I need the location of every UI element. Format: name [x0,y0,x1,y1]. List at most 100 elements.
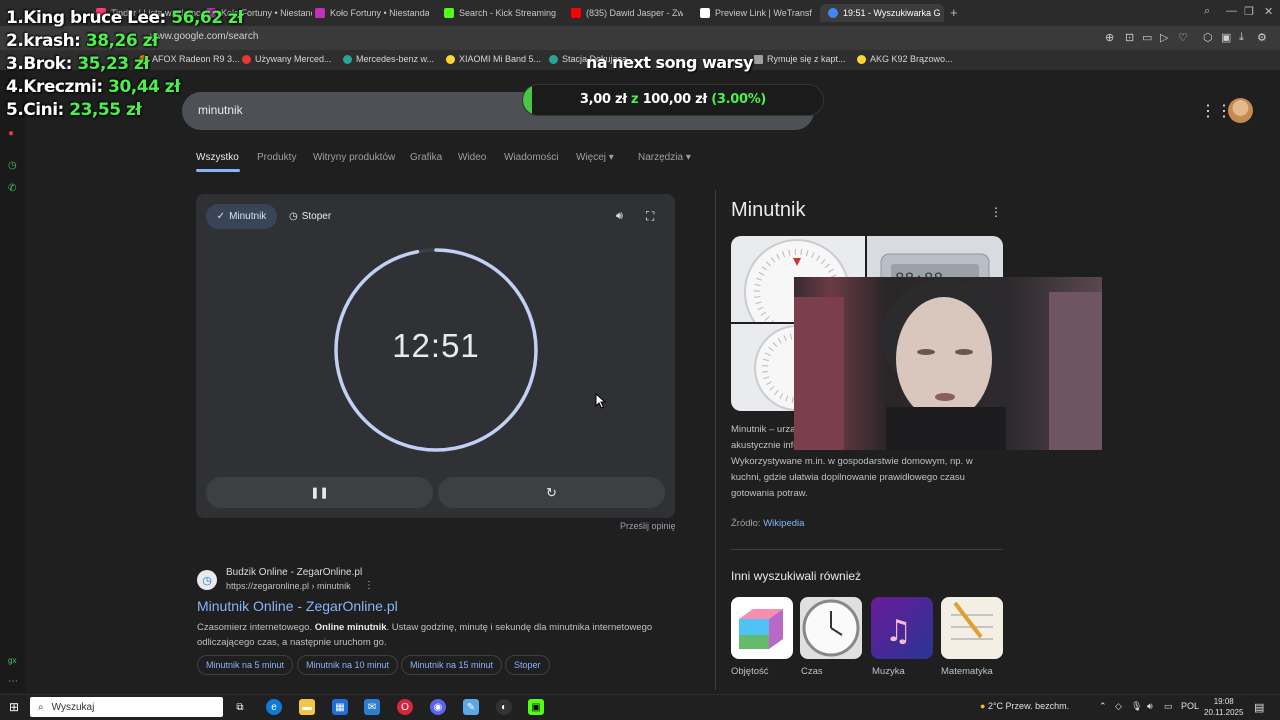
tab-witryny-produktow[interactable]: Witryny produktów [313,152,395,163]
music-note-icon: ♫ [885,614,912,649]
search-tabs-icon[interactable]: ⌕ [1204,5,1210,18]
sidebar-more-icon[interactable]: ⋯ [8,676,18,687]
play-icon[interactable]: ▷ [1160,31,1168,44]
bookmark-item[interactable]: Używany Merced... [242,54,332,64]
extensions-icon[interactable]: ⬡ [1203,31,1213,44]
also-search-music-image[interactable]: ♫ [871,597,933,659]
new-tab-button[interactable]: + [950,5,958,20]
system-clock[interactable]: 19:08 20.11.2025 [1204,696,1243,718]
fullscreen-icon[interactable]: ⛶ [646,209,654,224]
sidebar-whatsapp-icon[interactable]: ✆ [8,183,16,194]
also-search-label[interactable]: Muzyka [872,666,905,677]
zoom-icon[interactable]: ⊕ [1105,31,1114,44]
timer-display[interactable]: 12:51 [330,327,542,365]
screenshot-icon[interactable]: ▭ [1142,31,1152,44]
feedback-link[interactable]: Prześlij opinię [620,521,676,531]
leaderboard-row: 1.King bruce Lee: 56,62 zł [6,8,244,28]
minimize-icon[interactable]: — [1226,5,1237,17]
tab-wideo[interactable]: Wideo [458,152,486,163]
knowledge-panel-more-icon[interactable]: ⋮ [990,205,1002,219]
also-search-label[interactable]: Czas [801,666,823,677]
tab-wiadomosci[interactable]: Wiadomości [504,152,558,163]
windows-start-icon[interactable]: ⊞ [9,700,19,714]
download-icon[interactable]: ⤓ [1239,31,1244,44]
chip-label: Stoper [301,211,332,222]
also-search-time-image[interactable] [800,597,862,659]
also-search-label[interactable]: Matematyka [941,666,993,677]
tab-narzedzia[interactable]: Narzędzia ▾ [638,152,691,163]
bookmark-item[interactable]: AFOX Radeon R9 3... [139,54,240,64]
address-url[interactable]: www.google.com/search [150,31,258,42]
taskbar-search-input[interactable]: ⌕ Wyszukaj [30,697,223,717]
also-search-volume-image[interactable] [731,597,793,659]
pin-icon[interactable]: ⊡ [1125,31,1134,44]
discord-icon[interactable]: ◉ [430,699,446,715]
bookmark-favicon-icon [857,54,866,64]
file-explorer-icon[interactable]: ▬ [299,699,315,715]
sitelink-chip[interactable]: Stoper [505,655,550,675]
also-search-label[interactable]: Objętość [731,666,769,677]
weather-widget[interactable]: ● 2°C Przew. bezchm. [980,701,1069,711]
kick-app-icon[interactable]: ▣ [528,699,544,715]
tab-wetransfer[interactable]: Preview Link | WeTransf [700,4,812,22]
bookmark-item[interactable]: XIAOMI Mi Band 5... [446,54,541,64]
sidebar-youtube-icon[interactable]: ● [8,128,14,139]
tray-app-icon[interactable]: ◇ [1115,701,1122,712]
maximize-icon[interactable]: ❐ [1244,5,1254,18]
tab-kolo-fortuny-2[interactable]: Koło Fortuny • Niestanda [315,4,429,22]
snippet-text: Czasomierz internetowego. [197,622,315,633]
mail-icon[interactable]: ✉ [364,699,380,715]
result-more-icon[interactable]: ⋮ [364,580,374,591]
notifications-icon[interactable]: ▤ [1254,701,1264,714]
donation-amount: 38,26 zł [85,31,158,51]
sound-icon[interactable]: 🔊︎ [616,210,623,223]
tab-produkty[interactable]: Produkty [257,152,296,163]
tab-grafika[interactable]: Grafika [410,152,442,163]
donor-name: 5.Cini: [6,100,70,120]
bookmark-item[interactable]: AKG K92 Brązowo... [857,54,953,64]
wallet-icon[interactable]: ▣ [1221,31,1231,44]
tray-chevron-icon[interactable]: ⌃ [1099,701,1107,712]
sitelink-chip[interactable]: Minutnik na 5 minut [197,655,294,675]
tab-kick-search[interactable]: Search - Kick Streaming [444,4,556,22]
obs-icon[interactable]: ◐ [496,699,512,715]
microphone-tray-icon[interactable]: 🎙 [1131,701,1142,712]
store-icon[interactable]: ▦ [332,699,348,715]
opera-gx-icon[interactable]: O [397,699,413,715]
settings-icon[interactable]: ⚙ [1257,31,1267,44]
sidebar-gx-icon[interactable]: gx [8,656,16,665]
language-indicator[interactable]: POL [1181,701,1199,711]
timer-mode-chip[interactable]: ✓ Minutnik [206,204,277,229]
wikipedia-link[interactable]: Wikipedia [763,518,804,529]
also-search-math-image[interactable] [941,597,1003,659]
pause-button[interactable]: ❚❚ [206,477,433,508]
result-title-link[interactable]: Minutnik Online - ZegarOnline.pl [197,598,398,614]
clock-date: 20.11.2025 [1204,708,1244,717]
volume-icon[interactable]: 🔊︎ [1147,701,1153,712]
stopwatch-mode-chip[interactable]: ◷ Stoper [289,204,331,229]
sidebar-clock-icon[interactable]: ◷ [8,160,17,171]
tab-google-active[interactable]: 19:51 - Wyszukiwarka G [820,4,944,22]
donation-amount: 30,44 zł [108,77,181,97]
sitelink-chip[interactable]: Minutnik na 10 minut [297,655,399,675]
edge-icon[interactable]: e [266,699,282,715]
close-window-icon[interactable]: ✕ [1264,5,1273,18]
tab-wszystko[interactable]: Wszystko [196,152,239,163]
avatar[interactable] [1228,98,1253,123]
reset-button[interactable]: ↻ [438,477,665,508]
bookmark-item[interactable]: Mercedes-benz w... [343,54,434,64]
notepad-icon[interactable]: ✎ [463,699,479,715]
chip-label: Minutnik [229,211,267,222]
tab-label: Koło Fortuny • Niestanda [330,8,429,18]
network-icon[interactable]: ▭ [1164,701,1173,712]
tab-wiecej[interactable]: Więcej ▾ [576,152,614,163]
result-site-name[interactable]: Budzik Online - ZegarOnline.pl [226,567,362,578]
search-input[interactable]: minutnik [198,103,243,117]
tab-youtube[interactable]: (835) Dawid Jasper - Zwi [571,4,683,22]
leaderboard-row: 2.krash: 38,26 zł [6,31,158,51]
result-url[interactable]: https://zegaronline.pl › minutnik [226,581,351,591]
heart-icon[interactable]: ♡ [1178,31,1188,44]
sitelink-chip[interactable]: Minutnik na 15 minut [401,655,503,675]
bookmark-item[interactable]: Rymuje się z kapt... [754,54,846,64]
task-view-icon[interactable]: ⧉ [232,699,248,715]
